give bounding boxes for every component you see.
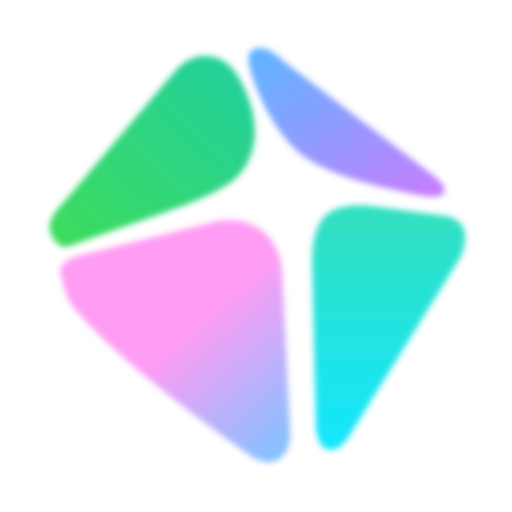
petal-green [49, 55, 255, 247]
petal-cyan [312, 205, 466, 451]
petal-pink [60, 220, 291, 463]
petal-blue [248, 47, 445, 197]
icon-canvas [0, 0, 512, 512]
app-logo-icon [49, 47, 466, 463]
